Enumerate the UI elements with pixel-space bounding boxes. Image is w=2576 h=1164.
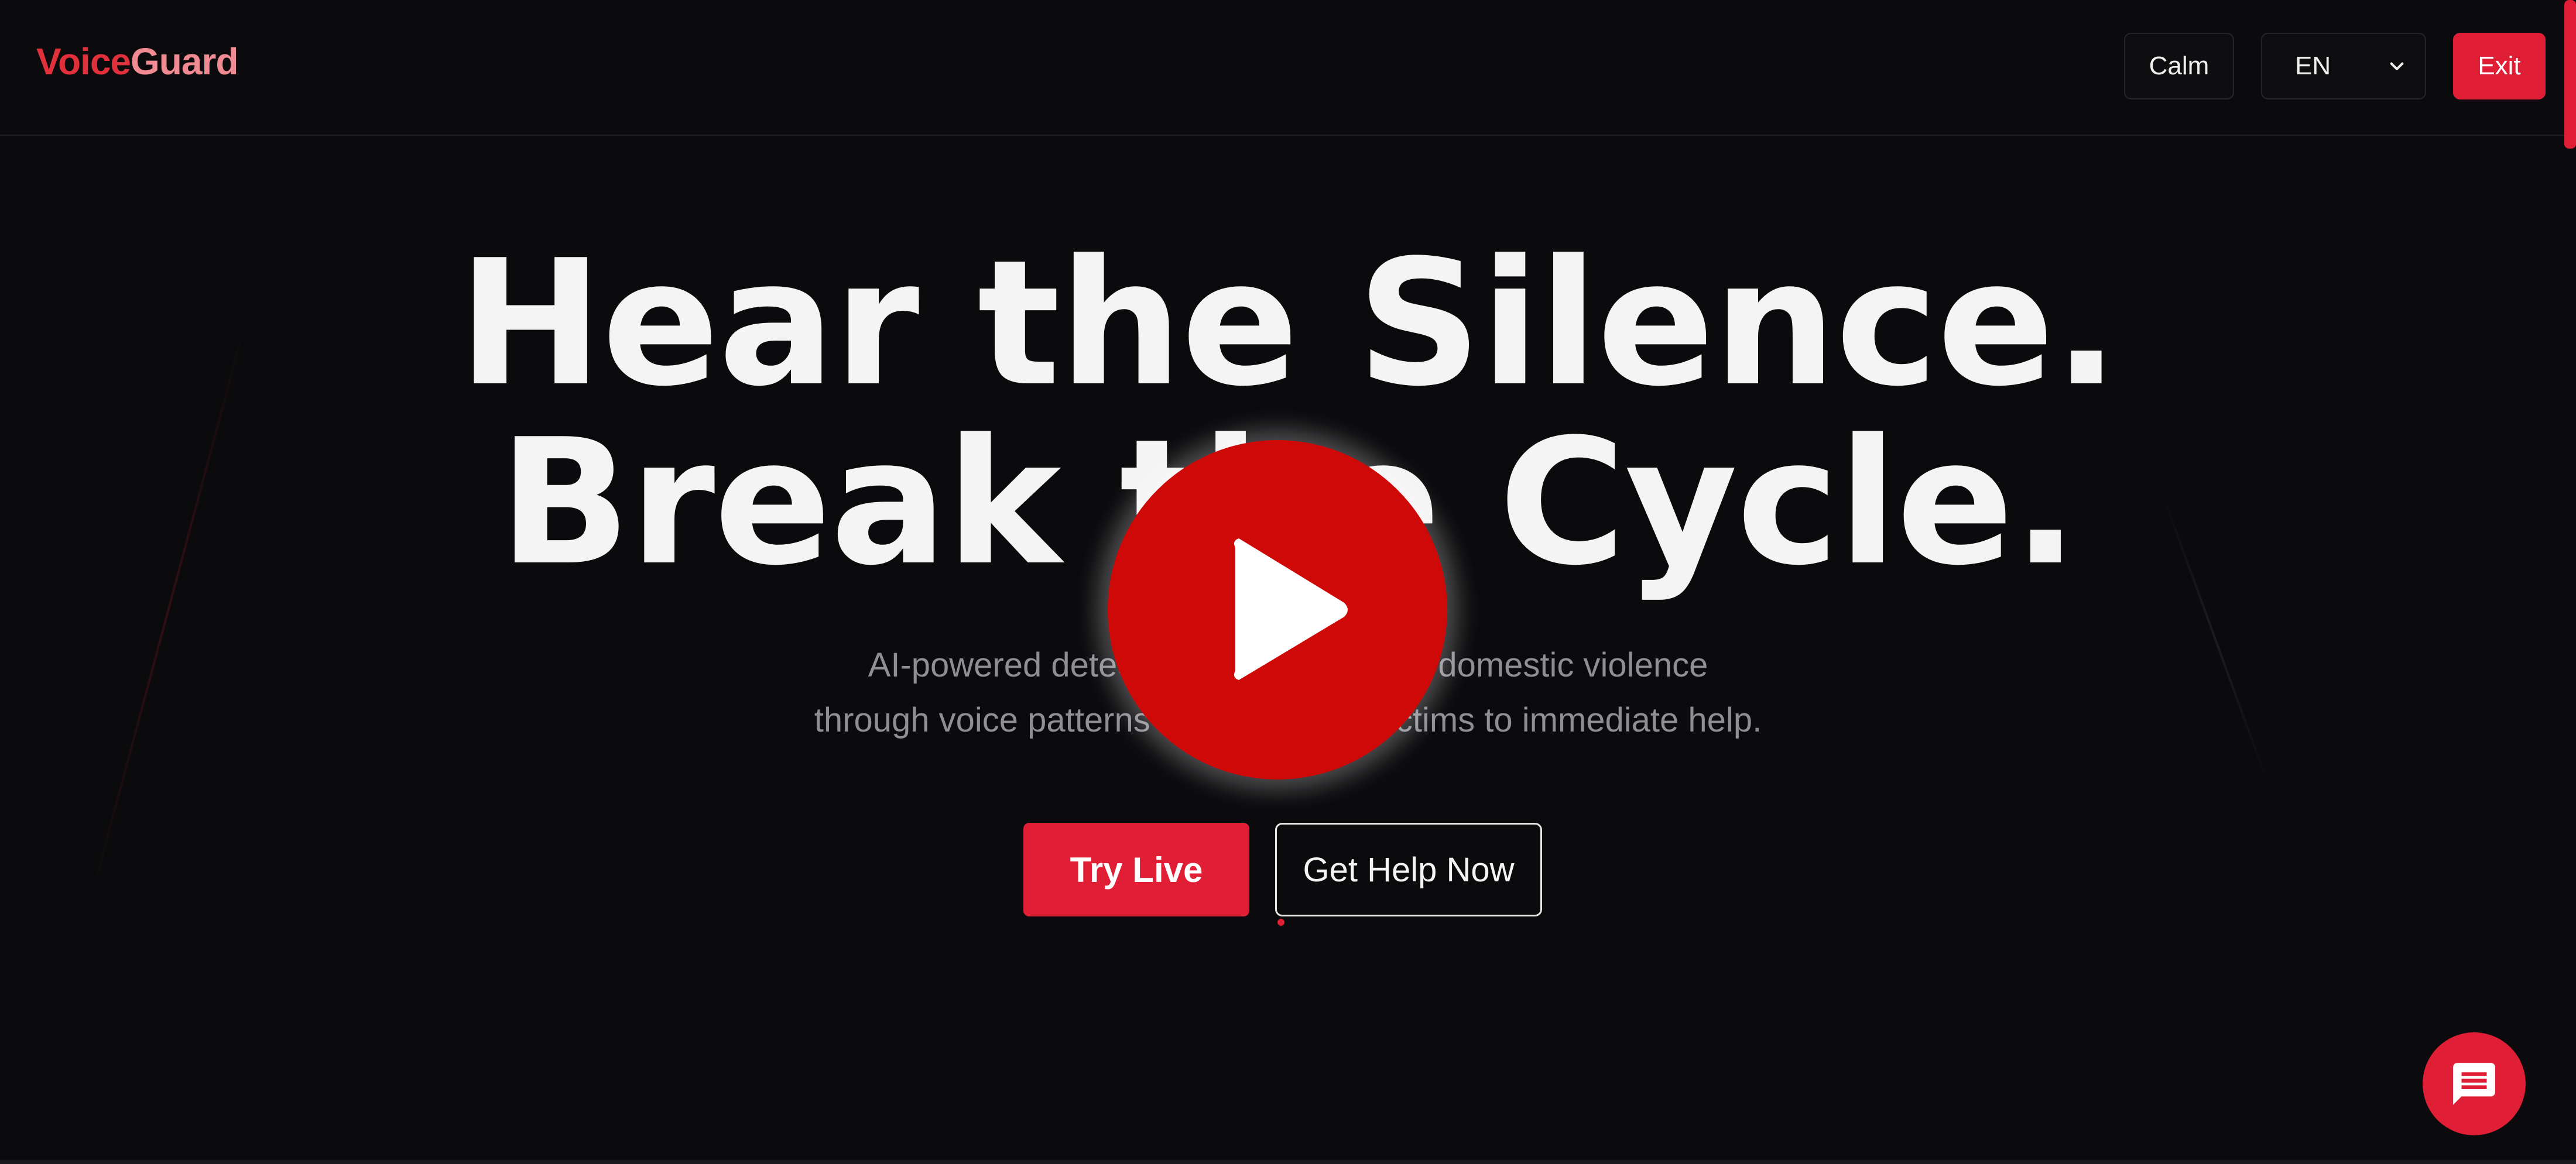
play-icon xyxy=(1234,538,1348,680)
video-play-button[interactable] xyxy=(1108,440,1447,780)
logo-part-guard: Guard xyxy=(131,40,238,83)
language-select[interactable]: EN xyxy=(2261,33,2426,99)
exit-button[interactable]: Exit xyxy=(2453,33,2546,99)
status-dot xyxy=(1277,919,1284,926)
page: VoiceGuard Calm EN Exit Hear the Silence… xyxy=(0,0,2576,1164)
chat-button[interactable] xyxy=(2423,1032,2526,1135)
chat-icon xyxy=(2453,1063,2495,1105)
language-selected-value: EN xyxy=(2295,51,2331,80)
logo[interactable]: VoiceGuard xyxy=(36,40,238,83)
logo-part-voice: Voice xyxy=(36,40,131,83)
scrollbar-thumb[interactable] xyxy=(2564,0,2576,149)
chevron-down-icon xyxy=(2390,62,2404,70)
top-nav: VoiceGuard Calm EN Exit xyxy=(0,0,2576,136)
hero-title-line-1: Hear the Silence. xyxy=(458,222,2119,424)
bottom-edge xyxy=(0,1160,2576,1164)
get-help-now-button[interactable]: Get Help Now xyxy=(1275,823,1542,916)
try-live-button[interactable]: Try Live xyxy=(1023,823,1249,916)
calm-mode-button[interactable]: Calm xyxy=(2124,33,2234,99)
